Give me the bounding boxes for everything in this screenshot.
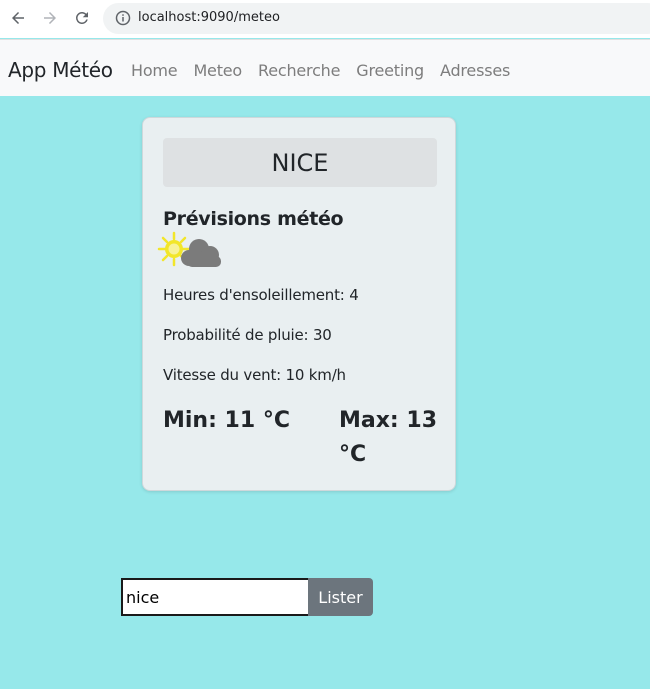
- wind-speed: Vitesse du vent: 10 km/h: [163, 366, 346, 384]
- nav-link-home[interactable]: Home: [131, 61, 178, 80]
- browser-toolbar: localhost:9090/meteo: [0, 0, 650, 38]
- sunshine-hours: Heures d'ensoleillement: 4: [163, 286, 359, 304]
- nav-link-greeting[interactable]: Greeting: [356, 61, 424, 80]
- nav-link-recherche[interactable]: Recherche: [258, 61, 340, 80]
- app-navbar: App Météo Home Meteo Recherche Greeting …: [0, 39, 650, 96]
- weather-card: NICE Prévisions météo Heures d'ensoleill…: [142, 117, 456, 491]
- info-icon[interactable]: [115, 10, 131, 26]
- temp-min: Min: 11 °C: [163, 408, 290, 433]
- nav-link-adresses[interactable]: Adresses: [440, 61, 510, 80]
- city-search-input[interactable]: [121, 578, 310, 616]
- sun-cloud-icon: [157, 231, 221, 267]
- address-bar[interactable]: localhost:9090/meteo: [103, 3, 650, 34]
- url-text: localhost:9090/meteo: [138, 10, 280, 25]
- city-header: NICE: [163, 138, 437, 187]
- rain-probability: Probabilité de pluie: 30: [163, 326, 332, 344]
- reload-icon[interactable]: [71, 7, 93, 29]
- forward-arrow-icon[interactable]: [39, 7, 61, 29]
- temp-max: Max: 13 °C: [339, 408, 438, 467]
- city-name: NICE: [271, 148, 329, 177]
- nav-link-meteo[interactable]: Meteo: [193, 61, 242, 80]
- navbar-brand[interactable]: App Météo: [8, 58, 113, 82]
- nav-links: Home Meteo Recherche Greeting Adresses: [131, 61, 510, 80]
- lister-button[interactable]: Lister: [308, 578, 373, 616]
- back-arrow-icon[interactable]: [7, 7, 29, 29]
- forecast-title: Prévisions météo: [163, 208, 344, 230]
